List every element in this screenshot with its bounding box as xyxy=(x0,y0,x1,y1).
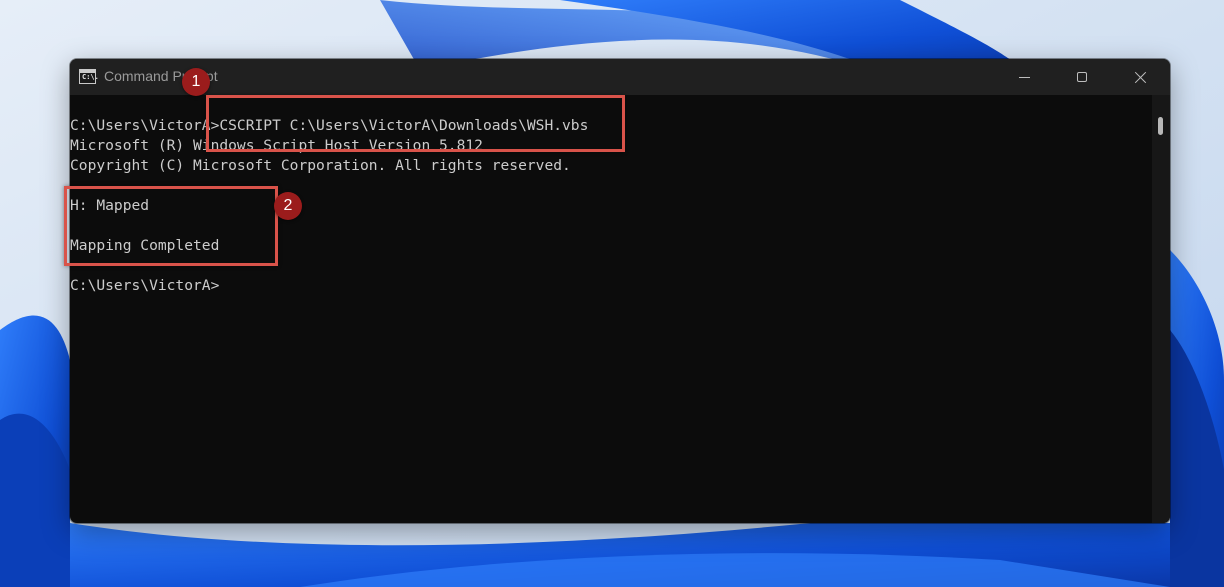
console-line: C:\Users\VictorA>CSCRIPT C:\Users\Victor… xyxy=(70,117,589,134)
close-icon xyxy=(1134,71,1147,84)
scrollbar-thumb[interactable] xyxy=(1158,117,1163,135)
maximize-button[interactable] xyxy=(1053,59,1111,95)
console-line: Mapping Completed xyxy=(70,237,220,254)
app-icon-glyph: C:\. xyxy=(82,73,99,81)
console-prompt-line: C:\Users\VictorA> xyxy=(70,277,220,294)
vertical-scrollbar[interactable] xyxy=(1152,95,1170,523)
console-line: H: Mapped xyxy=(70,197,150,214)
minimize-icon xyxy=(1018,76,1030,78)
annotation-badge-2: 2 xyxy=(274,192,302,220)
command-prompt-icon: C:\. xyxy=(79,69,99,84)
console-output[interactable]: C:\Users\VictorA>CSCRIPT C:\Users\Victor… xyxy=(70,95,1152,523)
title-bar[interactable]: C:\. Command Prompt xyxy=(70,59,1170,95)
console-line: Copyright (C) Microsoft Corporation. All… xyxy=(70,157,571,174)
console-line: Microsoft (R) Windows Script Host Versio… xyxy=(70,137,483,154)
command-prompt-window: C:\. Command Prompt C:\Users\VictorA>CSC… xyxy=(70,59,1170,523)
close-button[interactable] xyxy=(1111,59,1169,95)
maximize-icon xyxy=(1077,72,1087,82)
minimize-button[interactable] xyxy=(995,59,1053,95)
annotation-badge-1: 1 xyxy=(182,68,210,96)
